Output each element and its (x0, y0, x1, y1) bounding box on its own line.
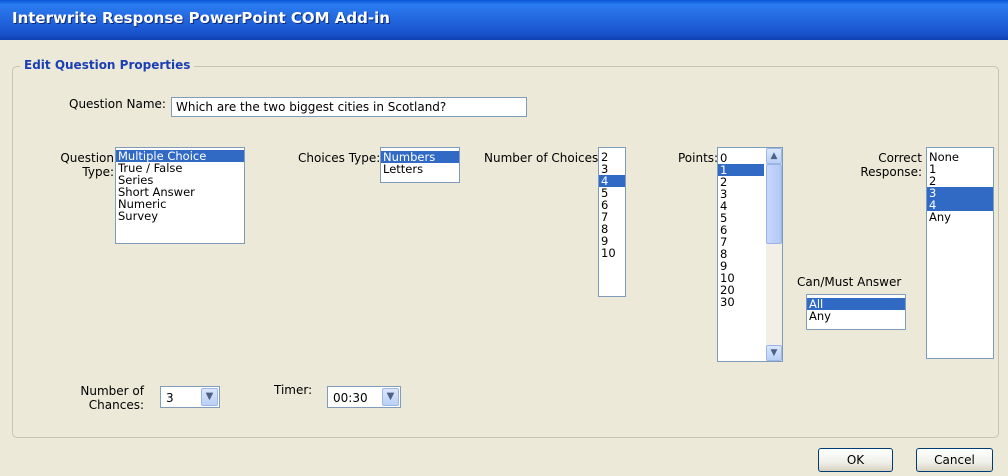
window-title: Interwrite Response PowerPoint COM Add-i… (12, 9, 390, 27)
correct-response-label-line1: Correct (878, 151, 922, 165)
list-item[interactable]: Letters (381, 163, 459, 175)
chevron-down-icon[interactable]: ▼ (382, 388, 399, 406)
chevron-down-icon: ▼ (770, 348, 778, 358)
can-must-answer-label: Can/Must Answer (797, 275, 902, 289)
ok-button[interactable]: OK (818, 448, 893, 472)
choices-type-label: Choices Type: (298, 151, 381, 165)
list-item[interactable]: 30 (718, 296, 764, 308)
number-of-chances-label-line1: Number of (80, 384, 144, 398)
question-type-listbox[interactable]: Multiple Choice True / False Series Short A… (115, 147, 245, 244)
timer-dropdown[interactable]: 00:30 ▼ (327, 386, 401, 408)
list-item[interactable]: Any (807, 310, 905, 322)
number-of-chances-label-line2: Chances: (88, 398, 144, 412)
number-of-choices-listbox[interactable]: 2 3 4 5 6 7 8 9 10 (598, 147, 626, 297)
number-of-choices-label: Number of Choices: (484, 151, 603, 165)
list-item[interactable]: Survey (116, 210, 244, 222)
number-of-chances-value: 3 (166, 391, 174, 405)
list-item[interactable]: 3 (927, 187, 993, 199)
timer-label: Timer: (274, 383, 313, 397)
correct-response-listbox[interactable]: None 1 2 3 4 Any (926, 147, 994, 359)
points-label: Points: (678, 151, 719, 165)
question-type-label-line2: Type: (82, 165, 114, 179)
list-item[interactable]: None (927, 151, 993, 163)
question-type-label-line1: Question (60, 151, 114, 165)
scroll-up-button[interactable]: ▲ (766, 148, 782, 164)
cancel-button[interactable]: Cancel (916, 448, 993, 472)
choices-type-listbox[interactable]: Numbers Letters (380, 147, 460, 183)
chevron-down-icon[interactable]: ▼ (201, 388, 218, 406)
number-of-chances-dropdown[interactable]: 3 ▼ (160, 386, 220, 408)
list-item[interactable]: 10 (599, 247, 625, 259)
list-item[interactable]: 2 (927, 175, 993, 187)
correct-response-label-line2: Response: (860, 165, 922, 179)
scroll-down-button[interactable]: ▼ (766, 345, 782, 361)
question-name-input[interactable] (171, 97, 527, 117)
edit-question-properties-group (12, 66, 999, 438)
chevron-up-icon: ▲ (770, 151, 778, 161)
points-scrollbar[interactable]: ▲ ▼ (766, 148, 782, 361)
can-must-answer-listbox[interactable]: All Any (806, 294, 906, 330)
scroll-thumb[interactable] (766, 164, 782, 244)
list-item[interactable]: 1 (927, 163, 993, 175)
timer-value: 00:30 (333, 391, 368, 405)
title-bar[interactable]: Interwrite Response PowerPoint COM Add-i… (0, 0, 1008, 40)
list-item[interactable]: Any (927, 211, 993, 223)
question-name-label: Question Name: (69, 97, 166, 111)
group-title: Edit Question Properties (20, 58, 195, 72)
points-listbox[interactable]: ▲ ▼ 0 1 2 3 4 5 6 7 8 9 10 20 30 (717, 147, 783, 362)
